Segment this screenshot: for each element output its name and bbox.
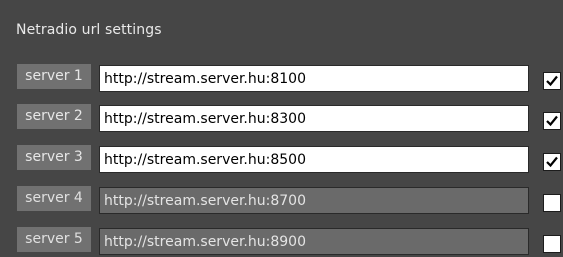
server-row-4: server 4 (0, 186, 563, 216)
checkmark-icon (546, 115, 558, 127)
server-enable-checkbox-3[interactable] (543, 153, 561, 171)
server-row-3: server 3 (0, 145, 563, 175)
checkmark-icon (546, 156, 558, 168)
server-enable-checkbox-5[interactable] (543, 235, 561, 253)
server-row-1: server 1 (0, 64, 563, 94)
server-enable-checkbox-2[interactable] (543, 112, 561, 130)
server-label-2: server 2 (17, 104, 91, 129)
server-label-3: server 3 (17, 145, 91, 170)
server-enable-checkbox-4[interactable] (543, 194, 561, 212)
panel-title: Netradio url settings (16, 22, 162, 38)
server-url-input-3[interactable] (99, 146, 529, 173)
server-url-input-2[interactable] (99, 105, 529, 132)
server-enable-checkbox-1[interactable] (543, 72, 561, 90)
netradio-settings-panel: Netradio url settings server 1 server 2 … (0, 0, 563, 255)
server-label-1: server 1 (17, 64, 91, 89)
server-row-5: server 5 (0, 227, 563, 257)
server-label-5: server 5 (17, 227, 91, 252)
server-url-input-1[interactable] (99, 65, 529, 92)
server-label-4: server 4 (17, 186, 91, 211)
server-row-2: server 2 (0, 104, 563, 134)
checkmark-icon (546, 75, 558, 87)
server-url-input-5[interactable] (99, 228, 529, 255)
server-url-input-4[interactable] (99, 187, 529, 214)
